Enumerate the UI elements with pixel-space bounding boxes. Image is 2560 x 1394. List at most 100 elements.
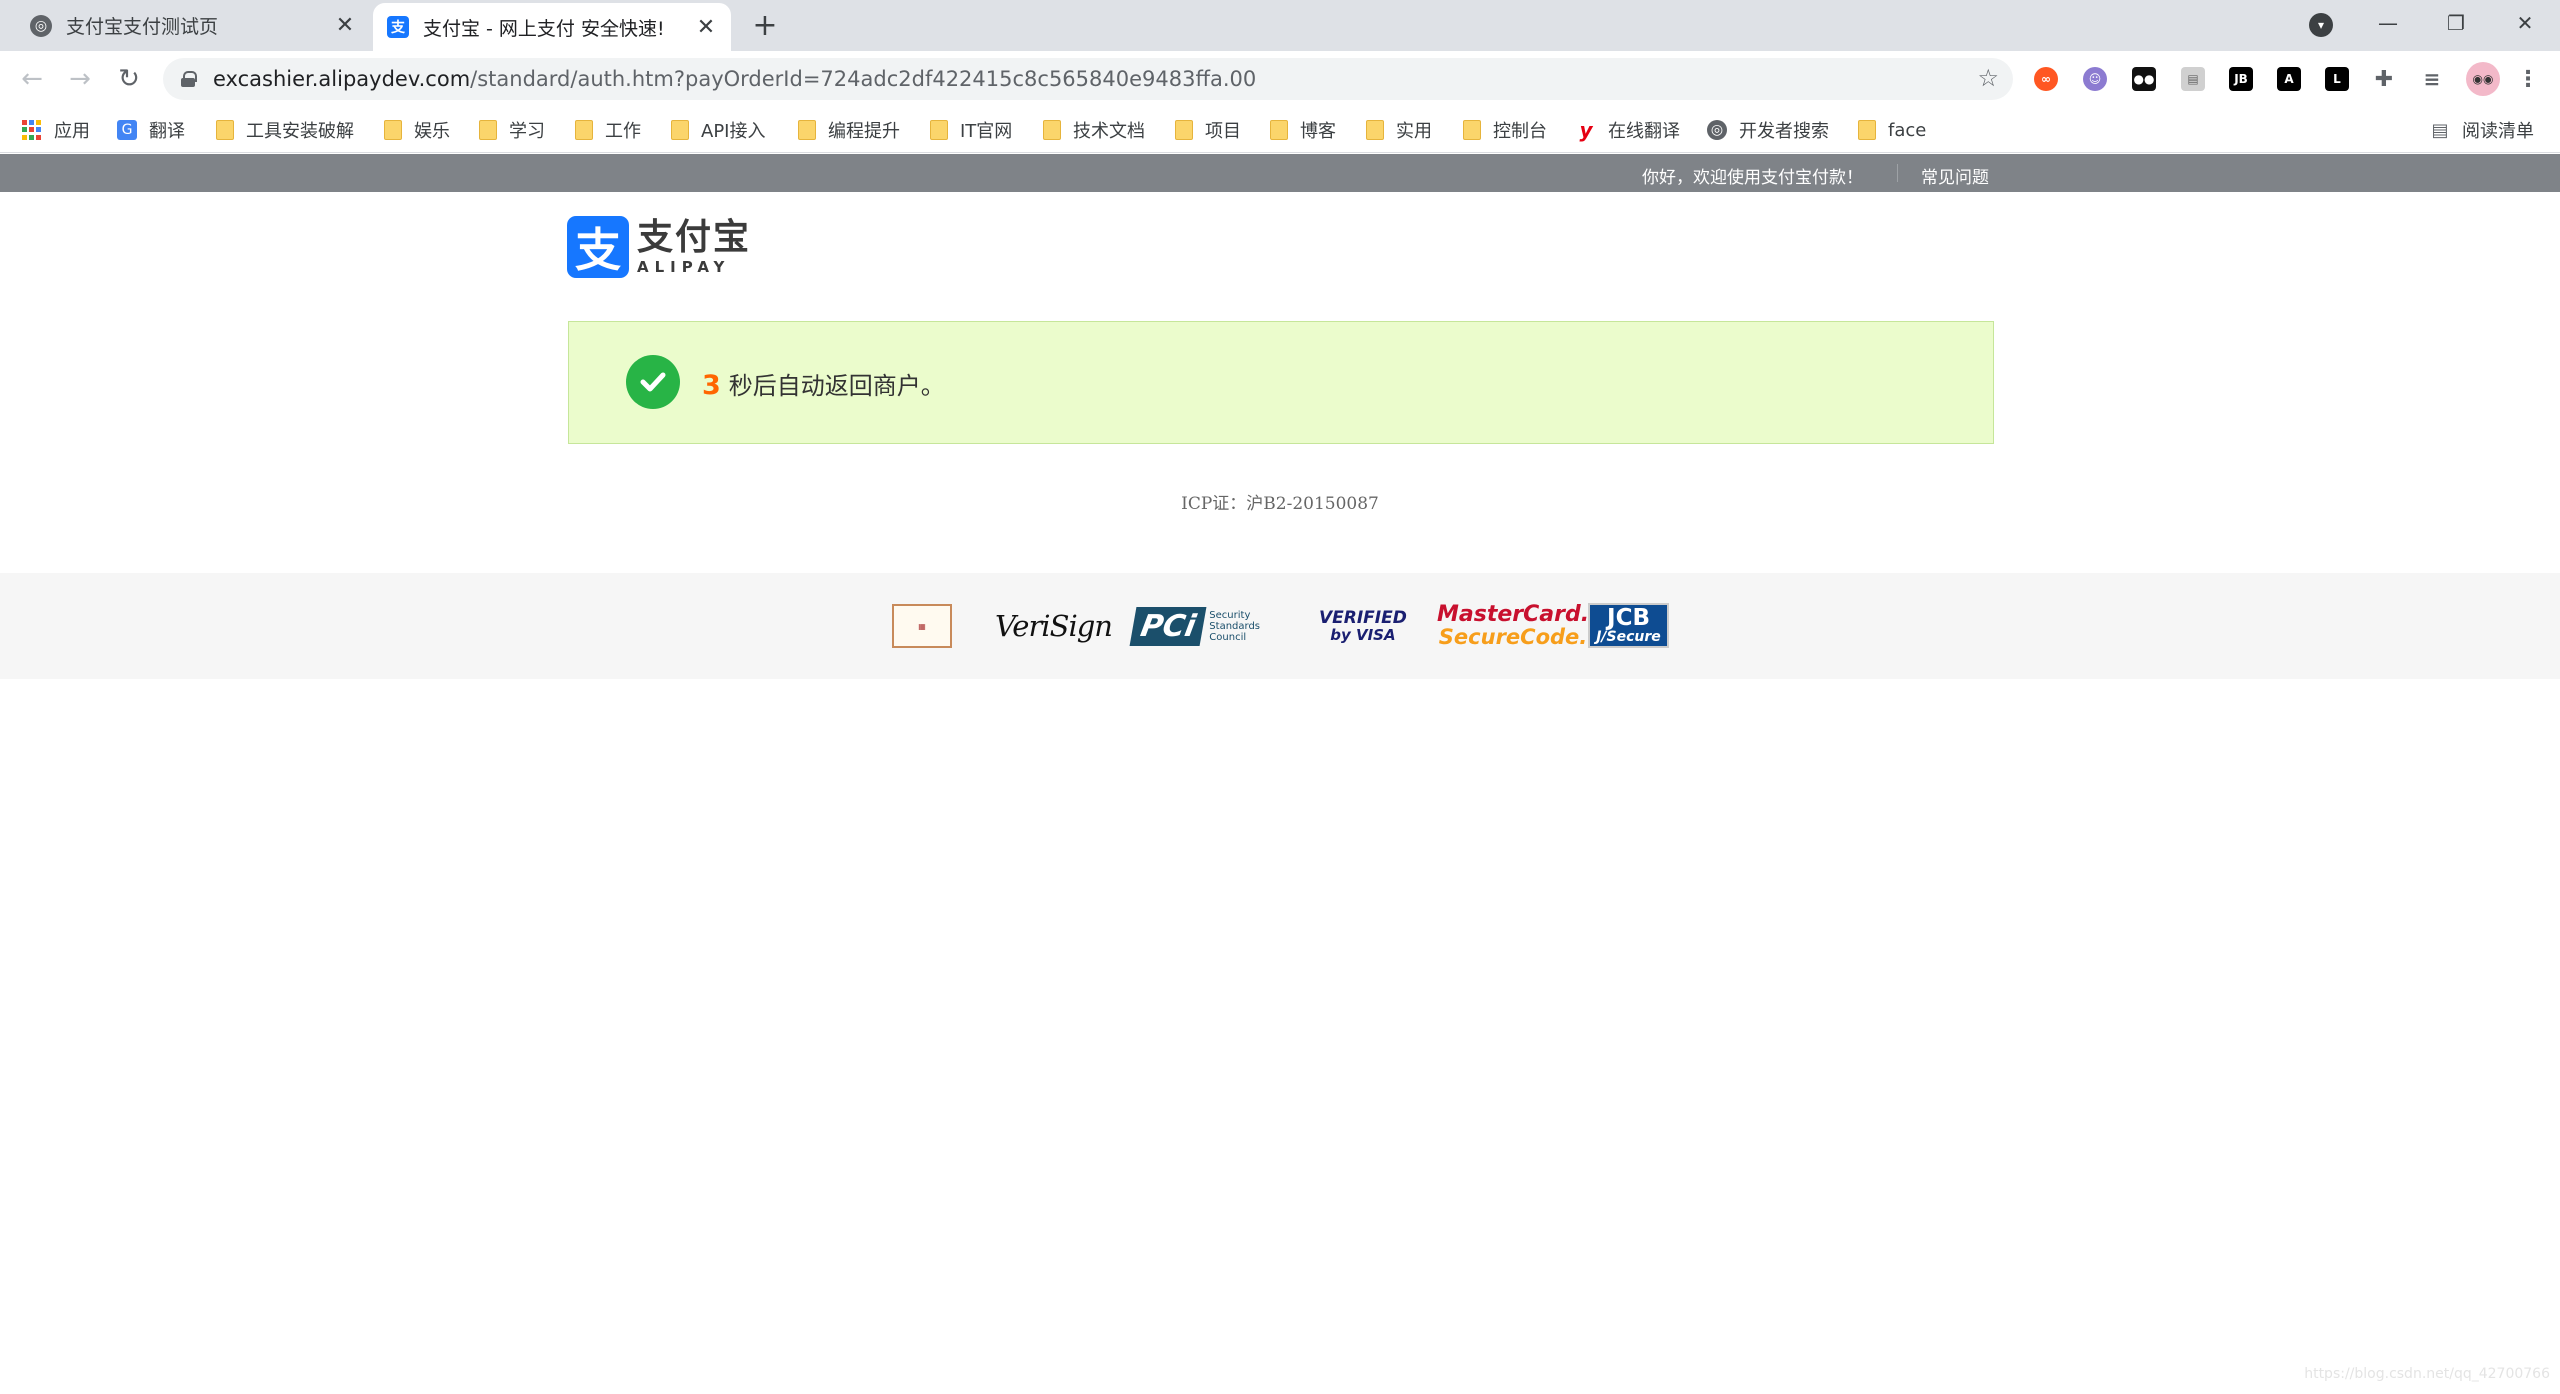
translate-icon: G	[117, 120, 137, 140]
tab-title: 支付宝 - 网上支付 安全快速!	[423, 17, 665, 40]
extension-a-icon[interactable]: A	[2277, 67, 2301, 91]
tab-alipay-checkout[interactable]: 支 支付宝 - 网上支付 安全快速! ✕	[373, 3, 731, 51]
folder-icon	[575, 120, 593, 140]
lock-icon[interactable]	[181, 71, 197, 87]
watermark: https://blog.csdn.net/qq_42700766	[2304, 1366, 2550, 1382]
certificate-badge[interactable]: ▦	[892, 604, 952, 648]
bookmark-folder[interactable]: 编程提升	[798, 117, 900, 143]
bookmark-folder[interactable]: API接入	[671, 117, 765, 143]
verified-by-visa-badge[interactable]: VERIFIED by VISA	[1319, 603, 1407, 649]
bookmark-dev-search[interactable]: ◎ 开发者搜索	[1707, 117, 1829, 143]
success-notice: 3 秒后自动返回商户。	[568, 321, 1994, 444]
bookmark-label: 实用	[1396, 121, 1432, 142]
tab-strip: ◎ 支付宝支付测试页 ✕ 支 支付宝 - 网上支付 安全快速! ✕ + ▾ — …	[0, 0, 2560, 51]
folder-icon	[930, 120, 948, 140]
bookmark-apps[interactable]: 应用	[22, 117, 90, 143]
divider	[1897, 164, 1898, 182]
extension-jetbrains-icon[interactable]: JB	[2229, 67, 2253, 91]
bookmark-translate[interactable]: G 翻译	[117, 117, 185, 143]
extensions-puzzle-icon[interactable]: ✚	[2372, 67, 2396, 92]
bookmark-folder[interactable]: 工作	[575, 117, 641, 143]
tab-title: 支付宝支付测试页	[66, 16, 219, 38]
bookmark-label: 在线翻译	[1608, 121, 1680, 142]
bookmark-label: 开发者搜索	[1739, 121, 1829, 142]
pci-badge[interactable]: PCi Security Standards Council	[1129, 603, 1289, 649]
address-bar[interactable]: excashier.alipaydev.com/standard/auth.ht…	[163, 58, 2013, 100]
extension-reader-icon[interactable]: ▤	[2181, 67, 2205, 91]
bookmark-label: 项目	[1205, 121, 1241, 142]
bookmark-label: IT官网	[960, 121, 1013, 142]
minimize-button[interactable]: —	[2368, 6, 2408, 40]
icp-license: ICP证：沪B2-20150087	[1181, 494, 1379, 514]
success-check-icon	[626, 355, 680, 409]
bookmark-folder[interactable]: 项目	[1175, 117, 1241, 143]
alipay-logo: 支 支付宝 ALIPAY	[567, 216, 751, 278]
bookmark-label: 工作	[605, 121, 641, 142]
extension-infinity-icon[interactable]: ∞	[2034, 67, 2058, 91]
bookmark-label: 学习	[509, 121, 545, 142]
verisign-badge[interactable]: VeriSign	[995, 603, 1113, 649]
folder-icon	[671, 120, 689, 140]
extension-l-icon[interactable]: L	[2325, 67, 2349, 91]
globe-icon: ◎	[1707, 120, 1727, 140]
folder-icon	[384, 120, 402, 140]
logo-en-text: ALIPAY	[637, 258, 731, 276]
jcb-line1: JCB	[1607, 605, 1650, 631]
close-window-button[interactable]: ✕	[2505, 6, 2545, 40]
jcb-jsecure-badge[interactable]: JCB J/Secure	[1588, 603, 1669, 648]
url-text[interactable]: excashier.alipaydev.com/standard/auth.ht…	[213, 67, 1256, 91]
back-button[interactable]: ←	[14, 61, 50, 97]
bookmark-label: 博客	[1300, 121, 1336, 142]
faq-link[interactable]: 常见问题	[1921, 163, 1989, 188]
bookmark-online-translate[interactable]: y 在线翻译	[1576, 117, 1680, 143]
forward-button[interactable]: →	[62, 61, 98, 97]
security-badges-footer: ▦ VeriSign PCi Security Standards Counci…	[0, 573, 2560, 679]
extension-ghost-icon[interactable]: ☺	[2083, 67, 2107, 91]
reload-button[interactable]: ↻	[111, 61, 147, 97]
alipay-icon: 支	[387, 16, 409, 38]
bookmark-folder[interactable]: face	[1858, 117, 1926, 143]
close-tab-icon[interactable]: ✕	[330, 13, 360, 38]
redirect-message: 3 秒后自动返回商户。	[702, 366, 945, 401]
bookmark-folder[interactable]: 控制台	[1463, 117, 1547, 143]
extension-dots-icon[interactable]: ●●	[2132, 67, 2156, 91]
bookmark-folder[interactable]: 工具安装破解	[216, 117, 354, 143]
folder-icon	[798, 120, 816, 140]
bookmark-folder[interactable]: IT官网	[930, 117, 1012, 143]
bookmark-folder[interactable]: 实用	[1366, 117, 1432, 143]
bookmark-folder[interactable]: 娱乐	[384, 117, 450, 143]
folder-icon	[1366, 120, 1384, 140]
menu-kebab-icon[interactable]: ⋮	[2516, 67, 2540, 92]
redirect-text: 秒后自动返回商户。	[728, 372, 945, 400]
restore-button[interactable]: ❐	[2436, 6, 2476, 40]
pci-logo-text: PCi	[1129, 606, 1207, 646]
pci-sub-text: Security Standards Council	[1209, 609, 1260, 643]
reading-list-label: 阅读清单	[2462, 121, 2534, 142]
toolbar: ← → ↻ excashier.alipaydev.com/standard/a…	[0, 51, 2560, 107]
welcome-text: 你好，欢迎使用支付宝付款！	[1642, 168, 1863, 188]
alipay-logo-icon: 支	[567, 216, 629, 278]
folder-icon	[1463, 120, 1481, 140]
bookmark-label: 控制台	[1493, 121, 1547, 142]
bookmark-folder[interactable]: 技术文档	[1043, 117, 1145, 143]
bookmark-folder[interactable]: 学习	[479, 117, 545, 143]
tab-search-icon[interactable]: ▾	[2309, 13, 2333, 37]
reading-list-button[interactable]: ▤ 阅读清单	[2430, 117, 2534, 143]
new-tab-button[interactable]: +	[748, 8, 782, 43]
countdown-number: 3	[702, 370, 721, 401]
bookmark-star-icon[interactable]: ☆	[1977, 64, 1999, 92]
visa-line2: by VISA	[1330, 626, 1396, 644]
jcb-line2: J/Secure	[1596, 629, 1661, 645]
mastercard-securecode-badge[interactable]: MasterCard. SecureCode.	[1437, 603, 1589, 649]
close-tab-icon[interactable]: ✕	[691, 15, 721, 40]
apps-icon	[22, 120, 42, 140]
bookmark-label: API接入	[701, 121, 766, 142]
reading-mode-icon[interactable]: ≡	[2420, 67, 2444, 91]
bookmark-folder[interactable]: 博客	[1270, 117, 1336, 143]
youdao-icon: y	[1579, 118, 1593, 142]
bookmark-label: 翻译	[149, 121, 185, 142]
profile-avatar[interactable]: ◉◉	[2466, 62, 2500, 96]
folder-icon	[1858, 120, 1876, 140]
tab-alipay-test-page[interactable]: ◎ 支付宝支付测试页 ✕	[0, 0, 370, 51]
folder-icon	[216, 120, 234, 140]
